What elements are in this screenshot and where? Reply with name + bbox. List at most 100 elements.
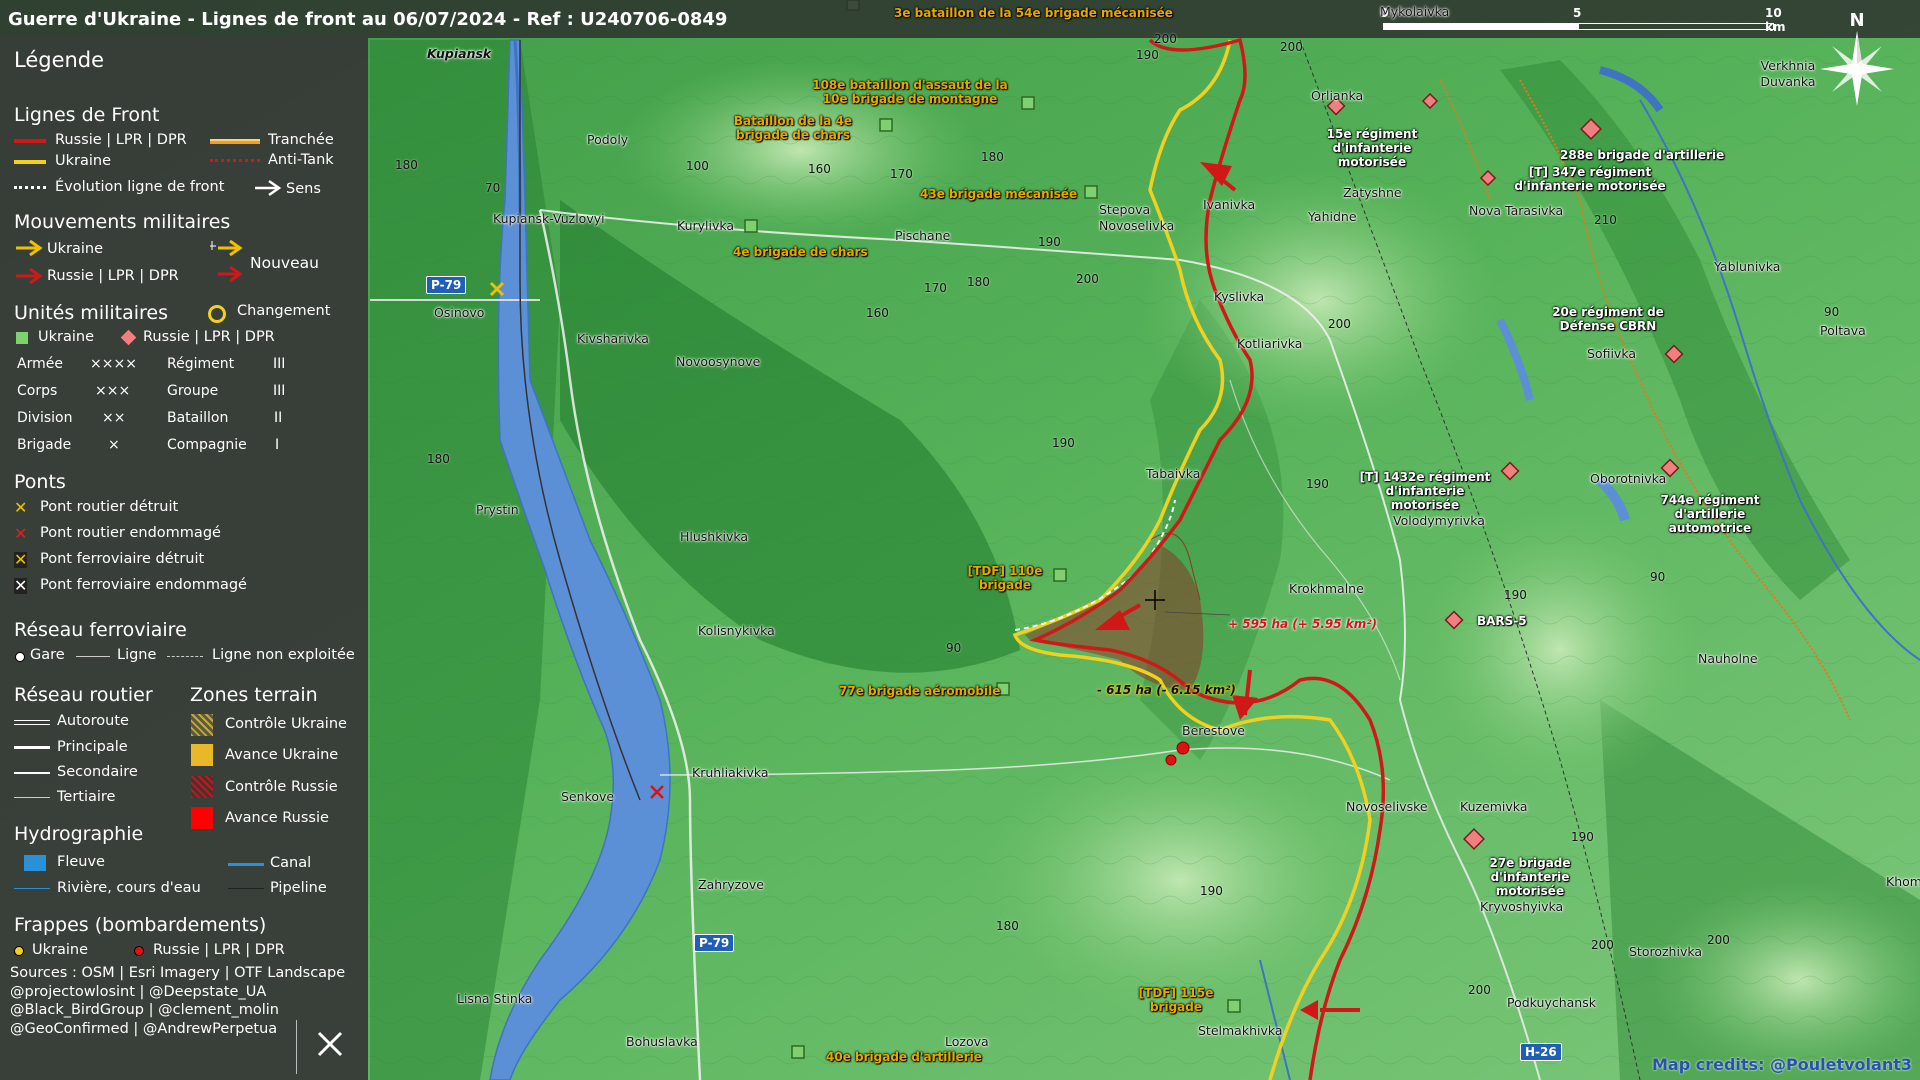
elevation-label: 190 [1136, 48, 1159, 62]
antitank-label: Anti-Tank [268, 152, 334, 168]
hydro-pipeline-label: Pipeline [270, 880, 327, 896]
elevation-label: 90 [1824, 305, 1840, 319]
place-kyslivka: Kyslivka [1214, 289, 1265, 304]
place-senkove: Senkove [561, 789, 615, 804]
unit-label-ukraine[interactable]: 4e brigade de chars [733, 245, 868, 259]
sources-line-4[interactable]: @GeoConfirmed | @AndrewPerpetua [10, 1020, 310, 1039]
elevation-label: 190 [1200, 884, 1223, 898]
unit-label-ukraine[interactable]: [TDF] 110e brigade [965, 564, 1045, 592]
place-pischane-north: Pischane [895, 228, 951, 243]
bridge-rail-damaged-label: Pont ferroviaire endommagé [40, 577, 247, 593]
zone-ukraine-advance-label: Avance Ukraine [225, 747, 339, 763]
place-volodymyrivka: Volodymyrivka [1393, 513, 1485, 528]
bridge-rail-damaged-icon: ✕ [14, 576, 28, 595]
strike-ukraine-dot-icon [14, 946, 24, 956]
unit-label-russia[interactable]: 27e brigade d'infanterie motorisée [1460, 856, 1600, 898]
rail-station-label: Gare [30, 647, 65, 663]
echelon-division-symbol: ×× [102, 410, 126, 426]
unit-label-ukraine[interactable]: 43e brigade mécanisée [920, 187, 1077, 201]
echelon-army: Armée [17, 356, 63, 372]
sources-line-3[interactable]: @Black_BirdGroup | @clement_molin [10, 1001, 310, 1020]
sources-line-2[interactable]: @projectowlosint | @Deepstate_UA [10, 983, 310, 1002]
move-new-label: Nouveau [250, 254, 319, 272]
units-change-label: Changement [237, 303, 331, 319]
unit-label-ukraine[interactable]: 108e bataillon d'assaut de la 10e brigad… [810, 78, 1010, 106]
road-tertiary-label: Tertiaire [57, 789, 116, 805]
strikes-heading: Frappes (bombardements) [14, 914, 267, 936]
elevation-label: 170 [890, 167, 913, 181]
echelon-corps-symbol: ××× [95, 383, 131, 399]
units-ukraine-label: Ukraine [38, 329, 94, 345]
unit-label-russia[interactable]: BARS-5 [1477, 614, 1527, 628]
stream-swatch [14, 888, 50, 889]
road-tertiary-swatch [14, 797, 50, 798]
place-kivsharivka: Kivsharivka [577, 331, 649, 346]
rail-unused-label: Ligne non exploitée [212, 647, 355, 663]
zone-ukraine-control-label: Contrôle Ukraine [225, 716, 347, 732]
unit-label-ukraine[interactable]: Bataillon de la 4e brigade de chars [708, 114, 878, 142]
unit-label-ukraine[interactable]: 77e brigade aéromobile [839, 684, 1000, 698]
elevation-label: 210 [1594, 213, 1617, 227]
scale-segment-filled [1383, 23, 1579, 30]
unit-label-russia[interactable]: 288e brigade d'artillerie [1560, 148, 1724, 162]
unit-label-ukraine[interactable]: 3e bataillon de la 54e brigade mécanisée [894, 6, 1173, 20]
sources-block: Sources : OSM | Esri Imagery | OTF Lands… [10, 964, 345, 1039]
area-change-gain: + 595 ha (+ 5.95 km²) [1228, 617, 1378, 631]
elevation-label: 200 [1328, 317, 1351, 331]
bridge-road-damaged-label: Pont routier endommagé [40, 525, 221, 541]
zone-russia-advance-label: Avance Russie [225, 810, 329, 826]
elevation-label: 190 [1052, 436, 1075, 450]
place-podoly: Podoly [587, 132, 629, 147]
unit-label-russia[interactable]: 20e régiment de Défense CBRN [1543, 305, 1673, 333]
elevation-label: 160 [866, 306, 889, 320]
place-lisna-stinka: Lisna Stinka [457, 991, 533, 1006]
units-heading: Unités militaires [14, 302, 169, 324]
bridge-road-damaged-icon: ✕ [14, 524, 28, 543]
echelon-regiment: Régiment [167, 356, 235, 372]
place-osinovo: Osinovo [434, 305, 485, 320]
unit-label-russia[interactable]: [T] 1432e régiment d'infanterie motorisé… [1355, 470, 1495, 512]
zone-ukraine-advance-swatch [191, 744, 213, 766]
unit-label-russia[interactable]: [T] 347e régiment d'infanterie motorisée [1500, 165, 1680, 193]
movements-heading: Mouvements militaires [14, 211, 231, 233]
place-nova-tarasivka: Nova Tarasivka [1469, 203, 1564, 218]
trench-swatch [210, 139, 260, 144]
road-shield-p79: P-79 [694, 934, 735, 952]
unit-label-russia[interactable]: 744e régiment d'artillerie automotrice [1640, 493, 1780, 535]
road-shield-p79: P-79 [426, 276, 467, 294]
elevation-label: 190 [1038, 235, 1061, 249]
bridge-road-destroyed-icon: ✕ [14, 498, 28, 517]
zone-russia-control-swatch [191, 776, 213, 798]
echelon-brigade-symbol: × [108, 437, 120, 453]
legend-panel: Légende Lignes de Front Russie | LPR | D… [0, 38, 368, 1080]
strike-russia-dot-icon [134, 946, 144, 956]
trench-label: Tranchée [268, 132, 334, 148]
map-credit[interactable]: Map credits: @Pouletvolant3 [1652, 1055, 1912, 1074]
russia-unit-diamond-icon [120, 329, 137, 346]
place-kupiansk: Kupiansk [427, 46, 492, 61]
echelon-company-symbol: I [275, 437, 280, 453]
place-nauholne: Nauholne [1698, 651, 1758, 666]
unit-label-ukraine[interactable]: [TDF] 115e brigade [1131, 986, 1221, 1014]
zones-heading: Zones terrain [190, 684, 318, 706]
bridges-heading: Ponts [14, 471, 66, 493]
echelon-corps: Corps [17, 383, 58, 399]
place-bohuslavka: Bohuslavka [626, 1034, 698, 1049]
place-zatyshne: Zatyshne [1343, 185, 1402, 200]
unit-label-russia[interactable]: 15e régiment d'infanterie motorisée [1297, 127, 1447, 169]
echelon-regiment-symbol: III [273, 356, 286, 372]
zone-russia-control-label: Contrôle Russie [225, 779, 338, 795]
elevation-label: 90 [946, 641, 962, 655]
place-stelmakhivka: Stelmakhivka [1198, 1023, 1283, 1038]
scale-label-5: 5 [1573, 6, 1582, 20]
echelon-battalion-symbol: II [274, 410, 283, 426]
russia-line-swatch [14, 139, 46, 143]
unit-label-ukraine[interactable]: 40e brigade d'artillerie [826, 1050, 982, 1064]
place-kotliarivka: Kotliarivka [1237, 336, 1303, 351]
elevation-label: 200 [1468, 983, 1491, 997]
place-yablunivka: Yablunivka [1714, 259, 1781, 274]
move-russia-label: Russie | LPR | DPR [47, 268, 179, 284]
x-logo-icon[interactable] [316, 1030, 344, 1058]
echelon-group-symbol: III [273, 383, 286, 399]
elevation-label: 90 [1650, 570, 1666, 584]
